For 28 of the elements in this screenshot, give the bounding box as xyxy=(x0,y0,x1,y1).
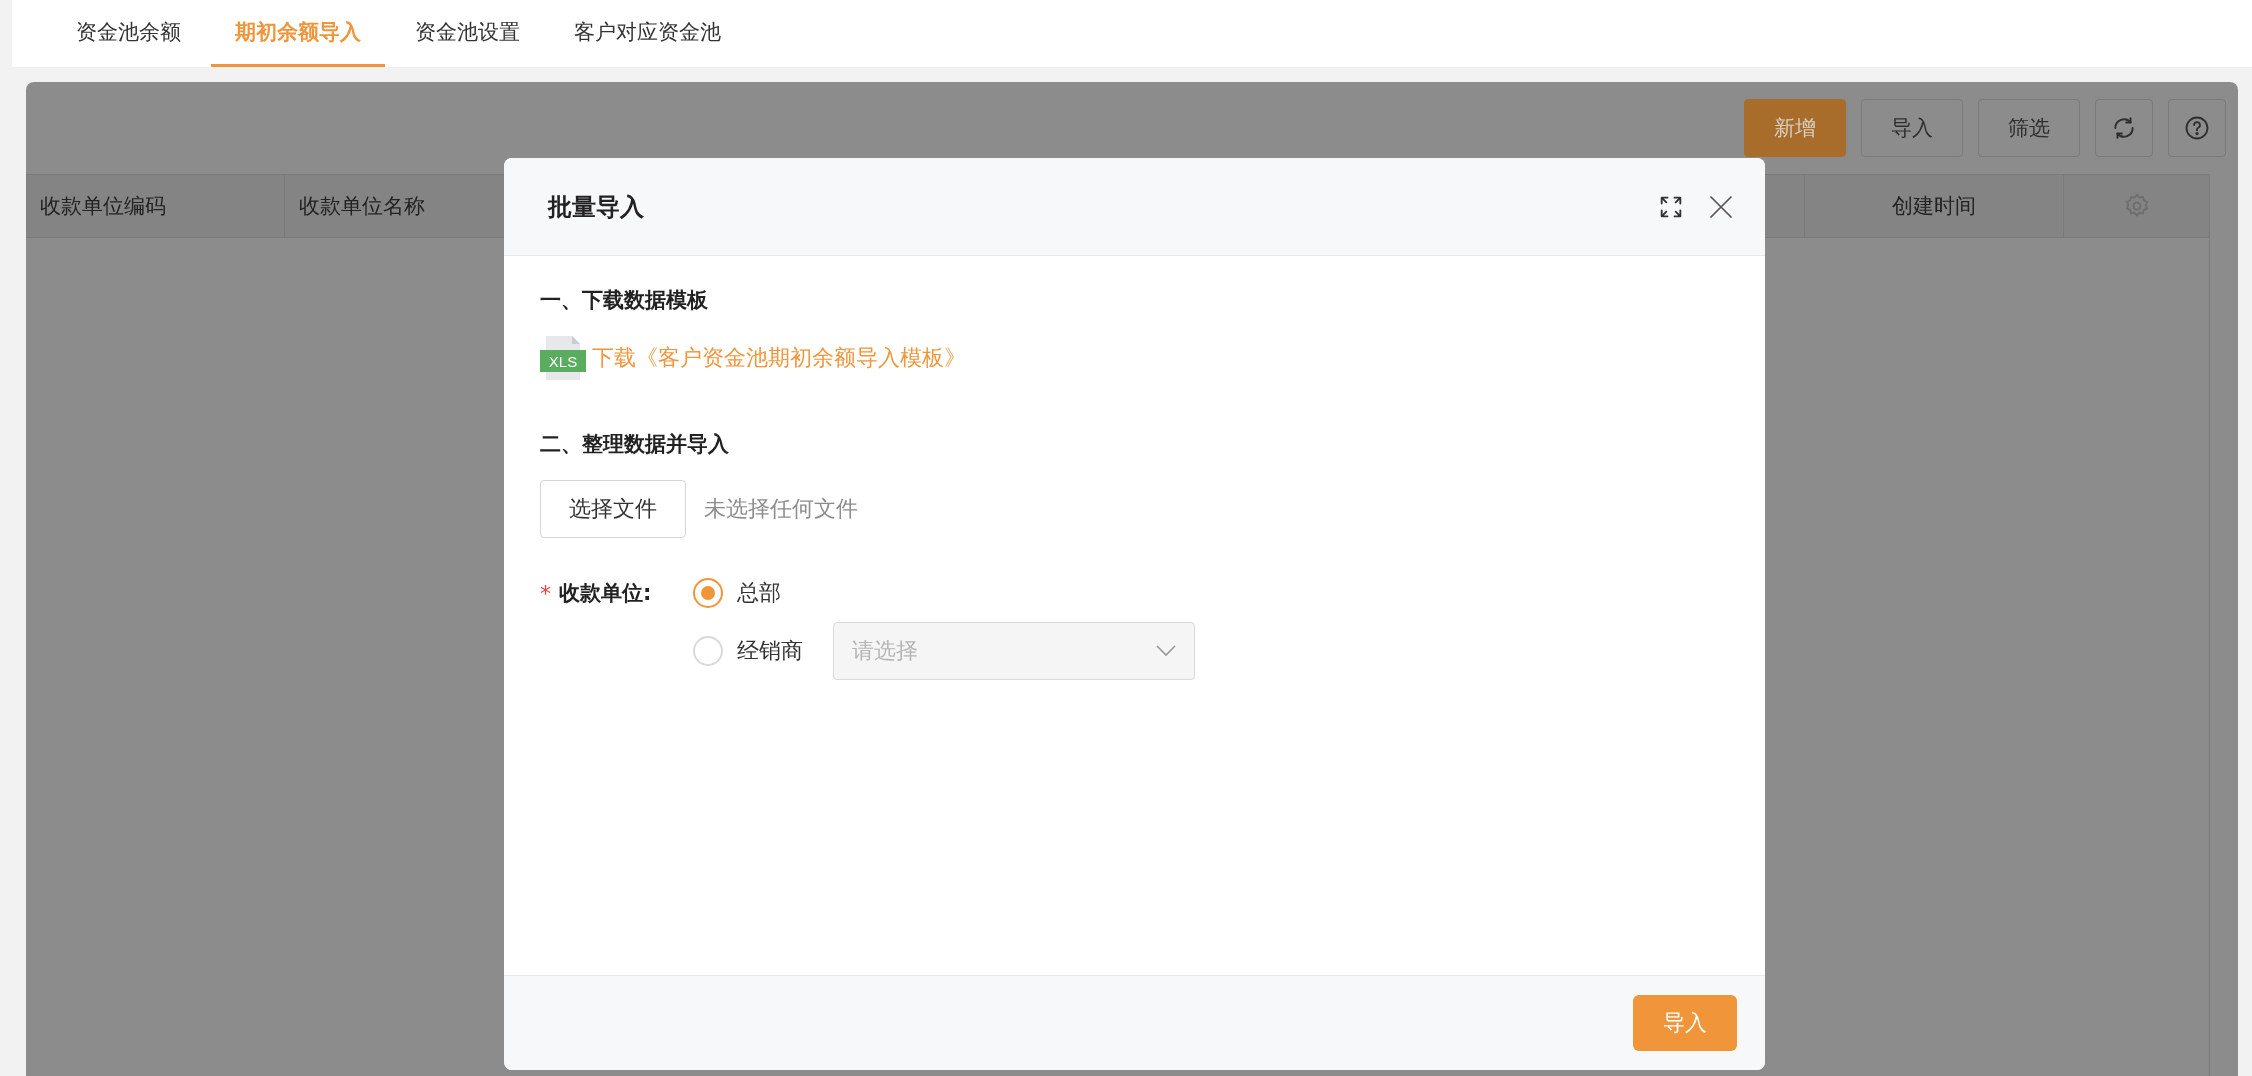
download-template-link[interactable]: 下载《客户资金池期初余额导入模板》 xyxy=(592,343,966,373)
dialog-title: 批量导入 xyxy=(548,191,645,223)
refresh-button[interactable] xyxy=(2095,99,2153,157)
column-header: 创建时间 xyxy=(1892,193,1976,220)
radio-label[interactable]: 经销商 xyxy=(737,636,804,666)
section-heading: 二、整理数据并导入 xyxy=(540,431,729,458)
choose-file-button[interactable]: 选择文件 xyxy=(540,480,686,538)
column-header: 收款单位编码 xyxy=(40,193,166,220)
section-heading: 一、下载数据模板 xyxy=(540,287,708,314)
help-icon xyxy=(2183,114,2211,142)
radio-label[interactable]: 总部 xyxy=(737,578,782,608)
tab[interactable]: 客户对应资金池 xyxy=(550,0,745,67)
toolbar-button[interactable]: 筛选 xyxy=(1978,99,2080,157)
import-button[interactable]: 导入 xyxy=(1633,995,1737,1051)
tab[interactable]: 资金池设置 xyxy=(391,0,544,67)
file-status: 未选择任何文件 xyxy=(704,495,858,523)
chevron-down-icon xyxy=(1156,645,1177,657)
required-mark: * xyxy=(540,580,551,606)
radio-button[interactable] xyxy=(693,578,724,608)
column-header: 收款单位名称 xyxy=(299,193,425,220)
tab[interactable]: 期初余额导入 xyxy=(211,0,385,67)
field-label: 收款单位: xyxy=(559,580,652,607)
tab[interactable]: 资金池余额 xyxy=(52,0,205,67)
help-button[interactable] xyxy=(2168,99,2226,157)
toolbar-button[interactable]: 导入 xyxy=(1861,99,1963,157)
refresh-icon xyxy=(2111,115,2137,141)
radio-button[interactable] xyxy=(693,636,724,666)
add-button[interactable]: 新增 xyxy=(1744,99,1846,157)
